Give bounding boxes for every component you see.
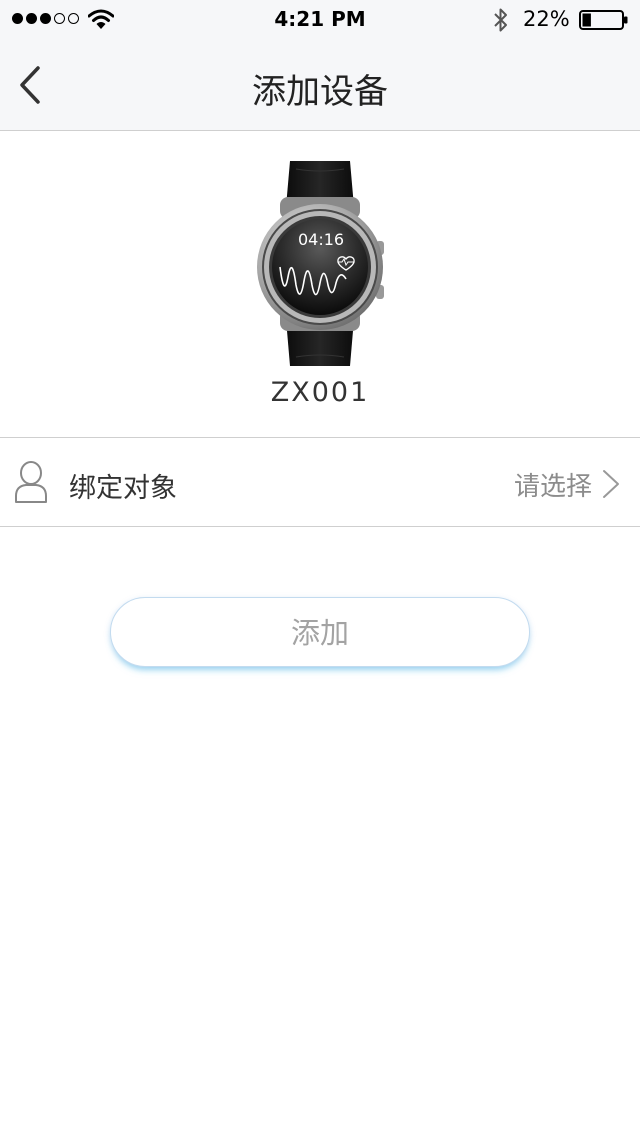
- bind-target-value: 请选择: [513, 472, 592, 502]
- bluetooth-icon: [494, 8, 507, 32]
- smartwatch-image: 04:16: [257, 161, 384, 366]
- add-button[interactable]: 添加: [110, 597, 530, 667]
- status-bar: 4:21 PM 22%: [0, 0, 640, 40]
- page-title: 添加设备: [252, 72, 388, 112]
- watch-face-time: 04:16: [298, 230, 344, 249]
- battery-icon: [579, 10, 628, 30]
- navigation-bar: 添加设备: [0, 40, 640, 131]
- bind-target-row[interactable]: 绑定对象 请选择: [0, 438, 640, 527]
- person-icon: [15, 461, 47, 503]
- chevron-right-icon: [603, 470, 619, 498]
- bind-target-label: 绑定对象: [69, 473, 177, 504]
- screen: 4:21 PM 22% 添加设备 04:16 ZX001 绑定对象 请选择 添加: [0, 0, 640, 1136]
- battery-percentage: 22%: [523, 7, 570, 31]
- device-section: 04:16 ZX001: [0, 131, 640, 438]
- device-model-name: ZX001: [270, 377, 370, 408]
